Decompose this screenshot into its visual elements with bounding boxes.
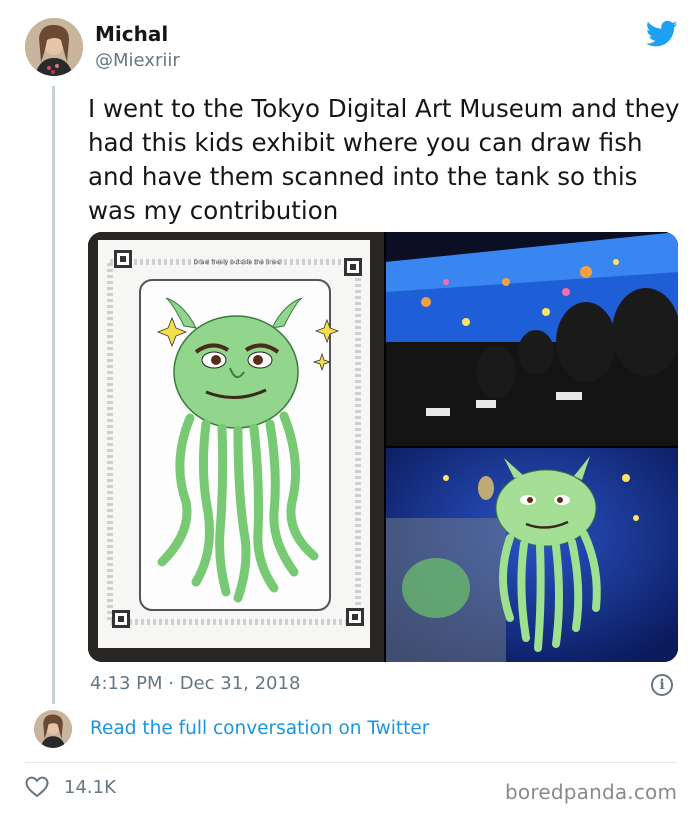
thread-line [52, 86, 55, 704]
watermark-text: boredpanda.com [505, 780, 678, 804]
divider [25, 762, 677, 763]
like-count: 14.1K [64, 777, 116, 798]
author-avatar[interactable] [25, 18, 83, 76]
twitter-bird-icon[interactable] [645, 20, 678, 48]
tweet-timestamp[interactable]: 4:13 PM · Dec 31, 2018 [90, 673, 300, 694]
info-icon[interactable]: i [651, 674, 673, 696]
read-conversation-link[interactable]: Read the full conversation on Twitter [90, 718, 429, 739]
author-name[interactable]: Michal [95, 22, 168, 46]
heart-icon[interactable] [25, 776, 49, 798]
drawing-photo[interactable]: Draw freely outside the lines! [88, 232, 384, 662]
drawing-sheet-header: Draw freely outside the lines! [194, 259, 283, 266]
museum-room-photo[interactable] [386, 232, 678, 446]
author-avatar-small[interactable] [34, 710, 72, 748]
tweet-text: I went to the Tokyo Digital Art Museum a… [88, 94, 680, 225]
digital-tank-photo[interactable] [386, 448, 678, 662]
author-handle[interactable]: @Miexriir [95, 50, 180, 71]
photo-grid[interactable]: Draw freely outside the lines! [88, 232, 678, 662]
